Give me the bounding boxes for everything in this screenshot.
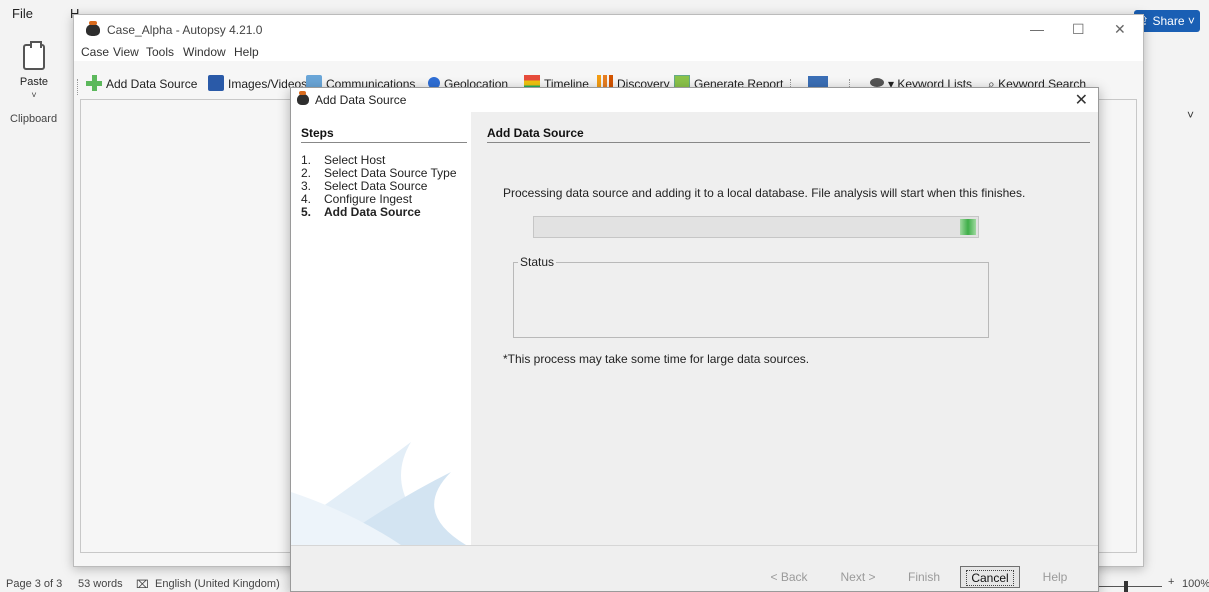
zoom-slider[interactable] [1098, 586, 1162, 587]
steps-panel: Steps 1. Select Host 2. Select Data Source… [291, 112, 471, 545]
add-data-source-dialog: Add Data Source ✕ Steps 1. Select Host 2.… [290, 87, 1099, 592]
zoom-in-button[interactable]: + [1168, 576, 1174, 588]
menu-window[interactable]: Window [183, 45, 226, 59]
next-button[interactable]: Next > [831, 566, 885, 588]
menu-tools[interactable]: Tools [146, 45, 174, 59]
ribbon-collapse-icon[interactable]: ˅ [1187, 108, 1194, 122]
finish-button[interactable]: Finish [899, 566, 949, 588]
step-label: Select Data Source Type [324, 166, 457, 180]
help-button[interactable]: Help [1031, 566, 1079, 588]
autopsy-title: Case_Alpha - Autopsy 4.21.0 [107, 23, 263, 37]
close-button[interactable]: ✕ [1114, 21, 1126, 38]
eye-icon [870, 78, 884, 88]
file-tab[interactable]: File [12, 6, 33, 21]
step-label: Select Data Source [324, 179, 428, 193]
plus-icon [86, 75, 102, 91]
steps-list: 1. Select Host 2. Select Data Source Type … [301, 154, 457, 219]
maximize-button[interactable]: ☐ [1072, 21, 1085, 38]
clipboard-group-label: Clipboard [10, 113, 58, 125]
autopsy-logo-icon [86, 21, 100, 36]
clipboard-icon [23, 41, 45, 70]
processing-message: Processing data source and adding it to … [503, 186, 1026, 200]
minimize-button[interactable]: — [1030, 21, 1044, 37]
zoom-level[interactable]: 100% [1182, 578, 1209, 590]
status-group: Status [513, 255, 989, 338]
autopsy-titlebar[interactable]: Case_Alpha - Autopsy 4.21.0 — ☐ ✕ [74, 15, 1143, 45]
status-label: Status [518, 255, 557, 269]
process-note: *This process may take some time for lar… [503, 352, 810, 366]
autopsy-menubar: Case View Tools Window Help [74, 45, 1143, 61]
language-indicator[interactable]: English (United Kingdom) [155, 578, 280, 590]
step-item-current: 5. Add Data Source [301, 206, 457, 219]
decorative-swoosh [291, 442, 466, 545]
page-count[interactable]: Page 3 of 3 [6, 578, 62, 590]
step-label: Configure Ingest [324, 192, 413, 206]
progress-bar [533, 216, 979, 238]
paste-label: Paste [19, 76, 49, 88]
add-data-source-toolbar-button[interactable]: Add Data Source [86, 75, 198, 93]
menu-view[interactable]: View [113, 45, 139, 59]
back-button[interactable]: < Back [763, 566, 815, 588]
divider [301, 142, 467, 143]
progress-indicator [960, 219, 976, 235]
toolbar-grip [77, 79, 78, 95]
menu-case[interactable]: Case [81, 45, 109, 59]
chevron-down-icon[interactable]: ˅ [14, 90, 54, 100]
paste-button[interactable]: Paste ˅ [14, 41, 54, 100]
proofing-icon[interactable]: ⌧ [136, 578, 149, 591]
divider [487, 142, 1090, 143]
word-count[interactable]: 53 words [78, 578, 123, 590]
dialog-footer: < Back Next > Finish Cancel Help [291, 545, 1098, 591]
menu-help[interactable]: Help [234, 45, 259, 59]
dialog-titlebar[interactable]: Add Data Source ✕ [291, 88, 1098, 112]
cancel-label: Cancel [966, 570, 1014, 586]
panel-heading: Add Data Source [487, 126, 584, 140]
dialog-title: Add Data Source [315, 93, 407, 107]
close-icon[interactable]: ✕ [1075, 90, 1088, 110]
step-number: 5. [301, 205, 312, 219]
autopsy-logo-icon [297, 91, 309, 105]
step-label: Select Host [324, 153, 386, 167]
add-data-source-label: Add Data Source [106, 77, 198, 92]
main-panel: Add Data Source Processing data source a… [471, 112, 1098, 545]
step-label: Add Data Source [324, 205, 421, 219]
zoom-slider-thumb[interactable] [1124, 581, 1128, 592]
film-icon [208, 75, 224, 91]
cancel-button[interactable]: Cancel [960, 566, 1020, 588]
steps-heading: Steps [301, 126, 334, 140]
